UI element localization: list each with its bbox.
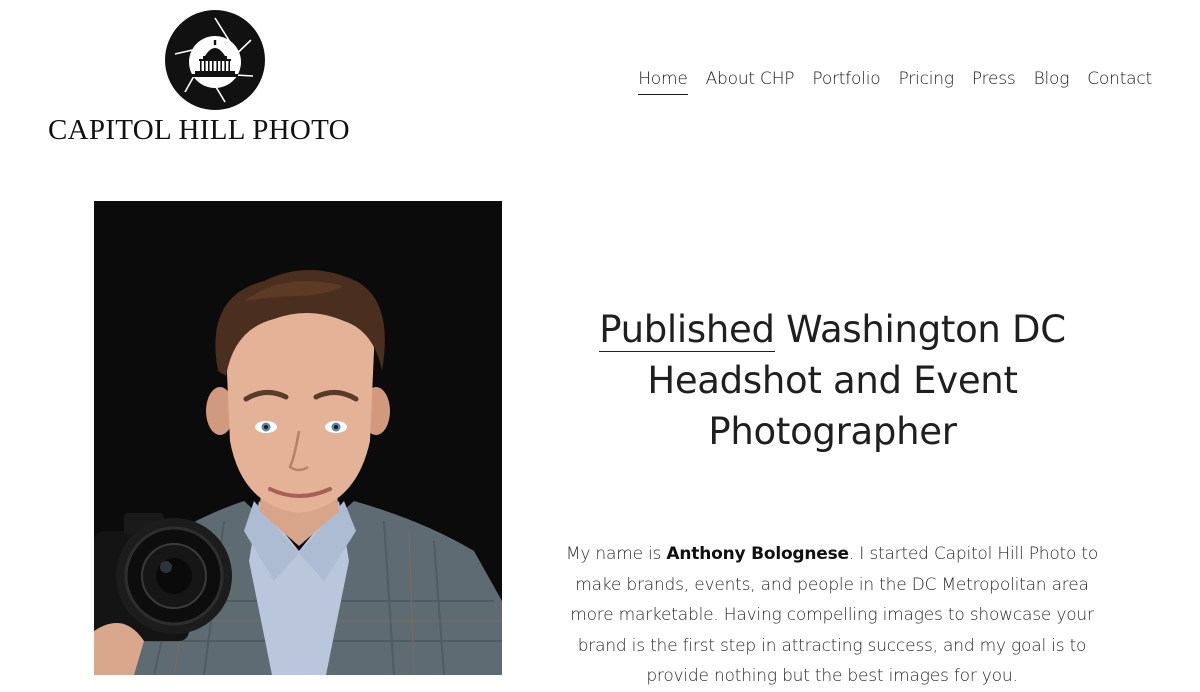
nav-item-press[interactable]: Press <box>972 66 1016 95</box>
aperture-capitol-dome-icon <box>165 10 265 110</box>
nav-item-blog[interactable]: Blog <box>1034 66 1070 95</box>
portrait-illustration <box>94 201 502 675</box>
site-logo[interactable]: CAPITOL HILL PHOTO <box>48 10 383 150</box>
bio-text: . I started Capitol Hill Photo to make b… <box>570 544 1099 686</box>
nav-item-portfolio[interactable]: Portfolio <box>812 66 880 95</box>
bio-name: Anthony Bolognese <box>666 544 849 564</box>
main-nav: Home About CHP Portfolio Pricing Press B… <box>620 66 1152 95</box>
published-link[interactable]: Published <box>599 308 775 352</box>
bio-paragraph: My name is Anthony Bolognese. I started … <box>552 539 1112 692</box>
hero-section: Published Washington DC Headshot and Eve… <box>545 304 1120 457</box>
page-title: Published Washington DC Headshot and Eve… <box>545 304 1120 457</box>
nav-item-contact[interactable]: Contact <box>1087 66 1152 95</box>
bio-intro: My name is <box>565 544 667 564</box>
nav-item-pricing[interactable]: Pricing <box>899 66 955 95</box>
site-header: CAPITOL HILL PHOTO Home About CHP Portfo… <box>0 0 1200 170</box>
nav-item-home[interactable]: Home <box>638 66 688 95</box>
photographer-portrait <box>94 201 502 675</box>
nav-item-about[interactable]: About CHP <box>706 66 795 95</box>
brand-name: CAPITOL HILL PHOTO <box>48 114 350 146</box>
